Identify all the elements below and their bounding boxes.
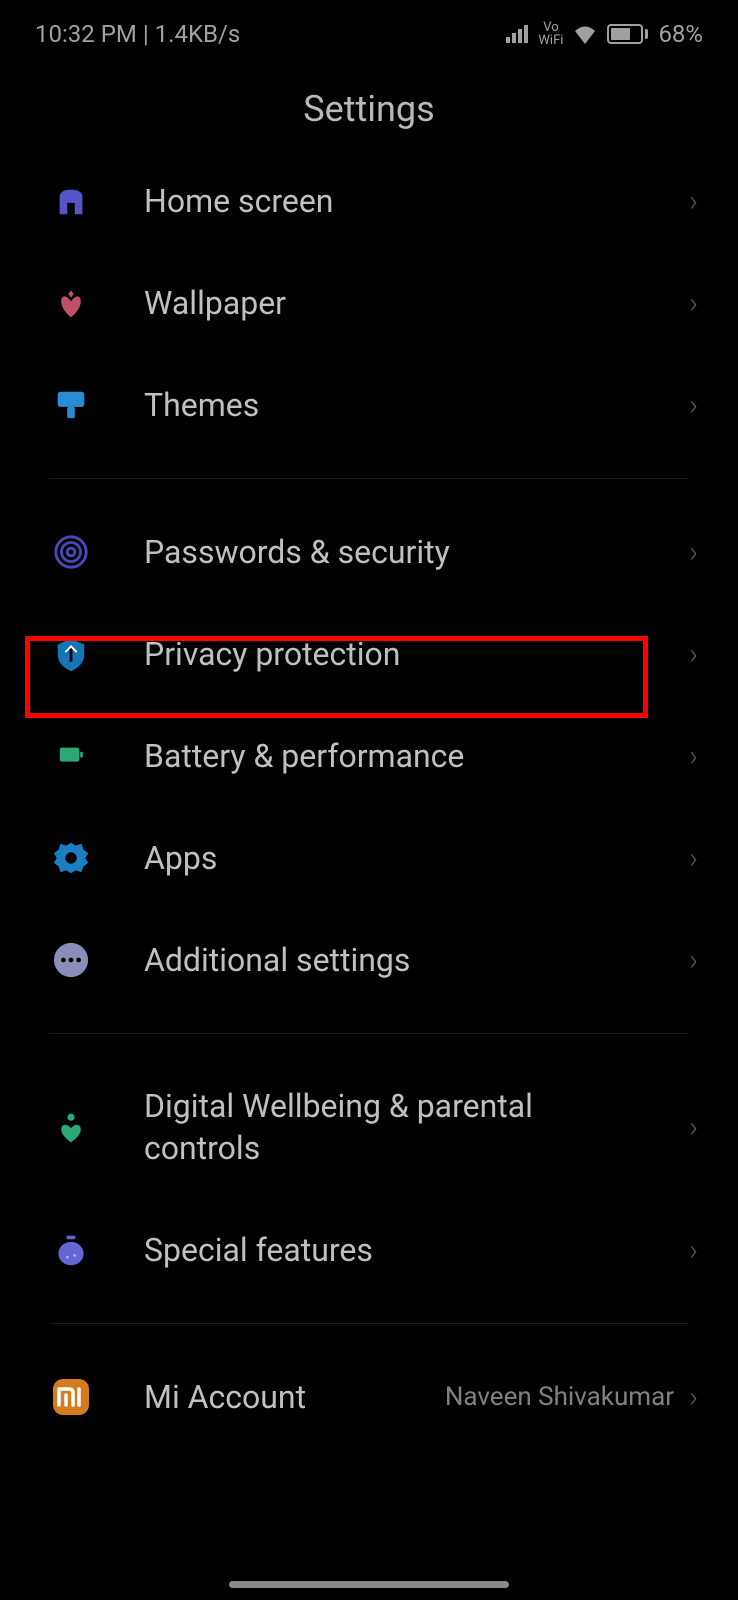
setting-item-apps[interactable]: Apps › — [0, 807, 738, 909]
setting-item-home-screen[interactable]: Home screen › — [0, 150, 738, 252]
section-divider — [50, 1323, 688, 1324]
wifi-icon — [573, 24, 597, 44]
chevron-right-icon: › — [689, 184, 698, 219]
chevron-right-icon: › — [689, 388, 698, 423]
status-bar: 10:32 PM | 1.4KB/s Vo WiFi 68% — [0, 0, 738, 63]
signal-icon — [506, 25, 528, 43]
home-icon — [50, 180, 92, 222]
setting-label: Digital Wellbeing & parental controls — [144, 1086, 689, 1169]
section-divider — [50, 1033, 688, 1034]
battery-status-icon — [607, 24, 648, 44]
setting-label: Home screen — [144, 182, 689, 220]
setting-item-battery-performance[interactable]: Battery & performance › — [0, 705, 738, 807]
setting-label: Passwords & security — [144, 533, 689, 571]
vowifi-icon: Vo WiFi — [538, 21, 563, 47]
chevron-right-icon: › — [689, 535, 698, 570]
battery-icon — [50, 735, 92, 777]
setting-item-privacy-protection[interactable]: Privacy protection › — [0, 603, 738, 705]
battery-percent: 68% — [658, 20, 703, 48]
status-network-speed: 1.4KB/s — [155, 20, 241, 48]
setting-item-special-features[interactable]: Special features › — [0, 1199, 738, 1301]
chevron-right-icon: › — [689, 1233, 698, 1268]
setting-label: Apps — [144, 839, 689, 877]
setting-label: Battery & performance — [144, 737, 689, 775]
setting-label: Mi Account — [144, 1378, 445, 1416]
setting-label: Privacy protection — [144, 635, 689, 673]
chevron-right-icon: › — [689, 943, 698, 978]
section-divider — [50, 478, 688, 479]
brush-icon — [50, 384, 92, 426]
chevron-right-icon: › — [689, 286, 698, 321]
setting-item-wallpaper[interactable]: Wallpaper › — [0, 252, 738, 354]
gear-icon — [50, 837, 92, 879]
status-time: 10:32 PM — [35, 20, 137, 48]
status-right: Vo WiFi 68% — [506, 20, 703, 48]
setting-item-mi-account[interactable]: Mi Account Naveen Shivakumar › — [0, 1346, 738, 1448]
fingerprint-icon — [50, 531, 92, 573]
setting-label: Special features — [144, 1231, 689, 1269]
setting-label: Wallpaper — [144, 284, 689, 322]
setting-label: Additional settings — [144, 941, 689, 979]
setting-item-additional-settings[interactable]: Additional settings › — [0, 909, 738, 1011]
status-separator: | — [143, 20, 149, 48]
heart-icon — [50, 1107, 92, 1149]
setting-label: Themes — [144, 386, 689, 424]
shield-icon — [50, 633, 92, 675]
flower-icon — [50, 282, 92, 324]
setting-item-digital-wellbeing[interactable]: Digital Wellbeing & parental controls › — [0, 1056, 738, 1199]
bottle-icon — [50, 1229, 92, 1271]
chevron-right-icon: › — [689, 637, 698, 672]
chevron-right-icon: › — [689, 739, 698, 774]
dots-icon — [50, 939, 92, 981]
setting-subtitle: Naveen Shivakumar — [445, 1382, 674, 1412]
chevron-right-icon: › — [689, 1110, 698, 1145]
setting-item-passwords-security[interactable]: Passwords & security › — [0, 501, 738, 603]
mi-icon — [50, 1376, 92, 1418]
settings-list: Home screen › Wallpaper › Themes › — [0, 150, 738, 1448]
setting-item-themes[interactable]: Themes › — [0, 354, 738, 456]
page-title: Settings — [0, 88, 738, 130]
status-left: 10:32 PM | 1.4KB/s — [35, 20, 240, 48]
chevron-right-icon: › — [689, 1380, 698, 1415]
chevron-right-icon: › — [689, 841, 698, 876]
home-indicator[interactable] — [229, 1581, 509, 1588]
